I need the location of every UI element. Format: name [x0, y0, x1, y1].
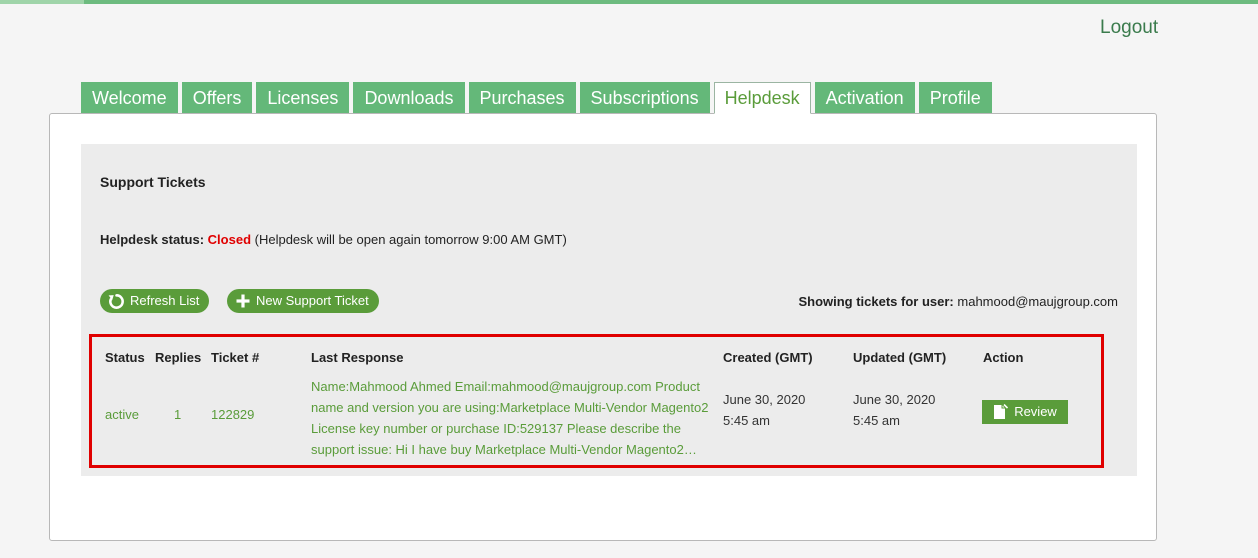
- tab-welcome[interactable]: Welcome: [81, 82, 178, 113]
- column-header-status: Status: [105, 350, 145, 365]
- section-title: Support Tickets: [100, 174, 206, 190]
- tab-subscriptions[interactable]: Subscriptions: [579, 82, 710, 113]
- tab-downloads[interactable]: Downloads: [353, 82, 465, 113]
- review-label: Review: [1014, 404, 1057, 419]
- showing-user-label: Showing tickets for user:: [798, 294, 954, 309]
- helpdesk-status-note: (Helpdesk will be open again tomorrow 9:…: [254, 232, 567, 247]
- helpdesk-status-value: Closed: [207, 232, 252, 247]
- ticket-last-response[interactable]: Name:Mahmood Ahmed Email:mahmood@maujgro…: [311, 376, 716, 460]
- logout-link[interactable]: Logout: [1100, 17, 1158, 39]
- ticket-status: active: [105, 407, 139, 422]
- refresh-list-button[interactable]: Refresh List: [100, 289, 210, 313]
- top-accent-bar: [0, 0, 1258, 4]
- ticket-updated-time: 5:45 am: [853, 413, 900, 428]
- helpdesk-status: Helpdesk status: Closed (Helpdesk will b…: [100, 232, 567, 247]
- column-header-action: Action: [983, 350, 1024, 365]
- main-tabs: Welcome Offers Licenses Downloads Purcha…: [81, 82, 992, 114]
- review-button[interactable]: Review: [982, 400, 1068, 424]
- column-header-updated: Updated (GMT): [853, 350, 947, 365]
- ticket-updated: June 30, 2020 5:45 am: [853, 389, 935, 431]
- column-header-ticket: Ticket #: [211, 350, 260, 365]
- showing-user: Showing tickets for user: mahmood@maujgr…: [798, 294, 1118, 309]
- helpdesk-panel: Support Tickets Helpdesk status: Closed …: [49, 113, 1157, 541]
- showing-user-email: mahmood@maujgroup.com: [957, 294, 1118, 309]
- refresh-list-label: Refresh List: [130, 293, 200, 308]
- column-header-created: Created (GMT): [723, 350, 813, 365]
- new-support-ticket-button[interactable]: New Support Ticket: [227, 289, 379, 313]
- tab-profile[interactable]: Profile: [918, 82, 992, 113]
- tickets-table: Status Replies Ticket # Last Response Cr…: [89, 334, 1104, 468]
- document-edit-icon: [993, 404, 1009, 420]
- tab-offers[interactable]: Offers: [181, 82, 253, 113]
- ticket-created-time: 5:45 am: [723, 413, 770, 428]
- ticket-created: June 30, 2020 5:45 am: [723, 389, 805, 431]
- tab-helpdesk[interactable]: Helpdesk: [713, 82, 811, 114]
- tab-purchases[interactable]: Purchases: [468, 82, 576, 113]
- ticket-created-date: June 30, 2020: [723, 392, 806, 407]
- ticket-updated-date: June 30, 2020: [853, 392, 936, 407]
- plus-icon: [235, 293, 251, 309]
- top-accent-bar-segment: [0, 0, 84, 4]
- ticket-replies: 1: [174, 407, 182, 422]
- column-header-last-response: Last Response: [311, 350, 404, 365]
- support-tickets-section: Support Tickets Helpdesk status: Closed …: [81, 144, 1137, 476]
- ticket-number-link[interactable]: 122829: [211, 407, 254, 422]
- column-header-replies: Replies: [155, 350, 202, 365]
- tab-licenses[interactable]: Licenses: [256, 82, 350, 113]
- new-support-ticket-label: New Support Ticket: [256, 293, 369, 308]
- tab-activation[interactable]: Activation: [814, 82, 915, 113]
- helpdesk-status-label: Helpdesk status:: [100, 232, 205, 247]
- refresh-icon: [108, 293, 125, 310]
